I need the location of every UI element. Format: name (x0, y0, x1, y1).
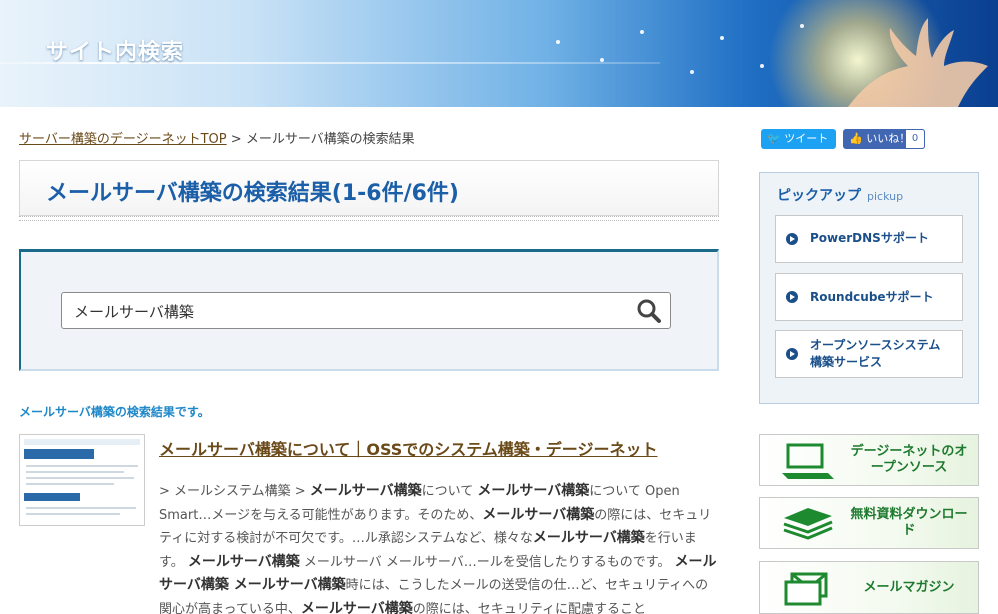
documents-icon (783, 508, 833, 540)
pickup-item-label: PowerDNSサポート (810, 231, 929, 245)
breadcrumb-separator: > (230, 132, 242, 147)
pickup-title: ピックアップ (777, 188, 861, 204)
arrow-circle-icon (786, 291, 798, 303)
snippet-highlight: メールサーバ構築 (482, 506, 595, 523)
banner-label: 無料資料ダウンロード (850, 507, 968, 538)
results-heading: メールサーバ構築の検索結果(1-6件/6件) (46, 181, 459, 206)
pickup-item-label: Roundcubeサポート (810, 290, 934, 304)
banner-label: メールマガジン (863, 579, 955, 595)
snippet-text: について (421, 484, 478, 499)
breadcrumb-home-link[interactable]: サーバー構築のデージーネットTOP (19, 132, 227, 147)
pickup-heading: ピックアップ pickup (777, 185, 903, 205)
like-label: いいね！ (866, 132, 911, 145)
results-heading-box: メールサーバ構築の検索結果(1-6件/6件) (19, 160, 719, 221)
pickup-item-label: オープンソースシステム構築サービス (810, 338, 941, 369)
snippet-highlight: メールサーバ構築 (187, 553, 300, 570)
snippet-text: の際には、セキュリティに配慮すること (412, 601, 646, 614)
search-box (61, 292, 671, 329)
tweet-button[interactable]: 🐦 ツイート (761, 129, 836, 149)
result-note-suffix: の検索結果です。 (114, 405, 210, 419)
banner-daisynet-oss[interactable]: デージーネットのオープンソース (759, 434, 979, 486)
snippet-highlight: メールサーバ構築 (309, 483, 422, 499)
laptop-icon (782, 443, 834, 479)
snippet-highlight: メールサーバ構築 (477, 483, 590, 499)
breadcrumb: サーバー構築のデージーネットTOP > メールサーバ構築の検索結果 (19, 128, 415, 147)
snippet-highlight: メールサーバ構築 (532, 530, 645, 546)
pickup-item-oss-build[interactable]: オープンソースシステム構築サービス (775, 330, 963, 378)
pickup-item-powerdns[interactable]: PowerDNSサポート (775, 215, 963, 263)
thumbs-up-icon: 👍 (849, 132, 863, 145)
page-title: サイト内検索 (46, 40, 185, 65)
breadcrumb-current: メールサーバ構築の検索結果 (245, 132, 415, 147)
search-input[interactable] (74, 301, 614, 321)
result-note-term: メールサーバ構築 (19, 405, 115, 419)
snippet-highlight: メールサーバ構築 (300, 600, 413, 614)
pickup-subtitle: pickup (867, 190, 904, 203)
search-panel (19, 249, 719, 371)
banner-label: デージーネットのオープンソース (850, 444, 968, 475)
header-banner: サイト内検索 (0, 0, 998, 107)
result-thumbnail[interactable] (19, 434, 145, 526)
mail-icon (784, 572, 828, 606)
tweet-label: ツイート (784, 132, 829, 145)
pickup-box: ピックアップ pickup PowerDNSサポート Roundcubeサポート … (759, 172, 979, 404)
arrow-circle-icon (786, 233, 798, 245)
pickup-item-roundcube[interactable]: Roundcubeサポート (775, 273, 963, 321)
banner-free-download[interactable]: 無料資料ダウンロード (759, 497, 979, 549)
snippet-text: メールサーバ メールサーバ…ールを受信したりするものです。 (299, 554, 675, 570)
twitter-bird-icon: 🐦 (767, 132, 781, 145)
banner-mail-magazine[interactable]: メールマガジン (759, 561, 979, 614)
like-count: 0 (905, 129, 925, 149)
result-snippet: > メールシステム構築 > メールサーバ構築について メールサーバ構築について … (159, 480, 719, 614)
snippet-text: > メールシステム構築 > (159, 484, 310, 499)
like-button[interactable]: 👍 いいね！ 0 (843, 129, 925, 149)
result-note: メールサーバ構築の検索結果です。 (19, 403, 210, 420)
search-icon[interactable] (636, 298, 662, 324)
result-title-link[interactable]: メールサーバ構築について｜OSSでのシステム構築・デージーネット (159, 436, 658, 460)
arrow-circle-icon (786, 348, 798, 360)
hands-image (848, 18, 988, 107)
